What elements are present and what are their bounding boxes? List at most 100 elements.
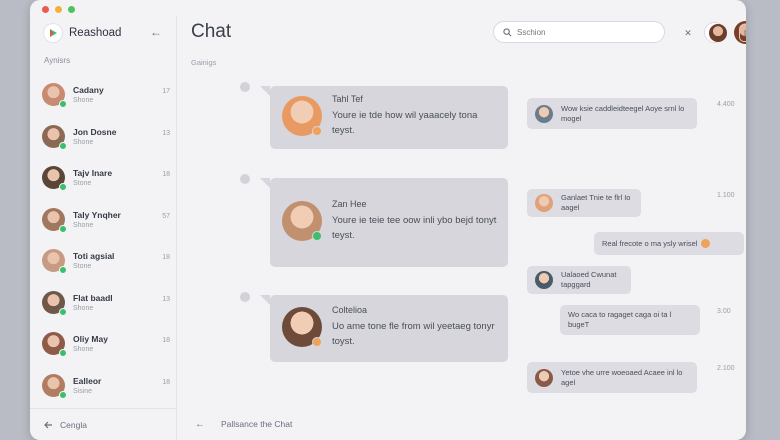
contact-count: 13 — [162, 295, 170, 303]
sidebar-footer[interactable]: Cengla — [30, 408, 177, 440]
sender-name: Zan Hee — [332, 199, 367, 209]
contact-name: Tajv Inare — [73, 168, 113, 179]
reaction-icon — [701, 239, 711, 248]
attachment-icon[interactable]: ▤ — [739, 24, 746, 42]
contact-count: 13 — [162, 129, 170, 137]
contact-item[interactable]: Taly Ynqher Shone 57 — [42, 199, 170, 241]
contact-status: Shone — [73, 221, 94, 229]
contact-count: 18 — [162, 378, 170, 386]
reply-bubble[interactable]: Yetoe vhe urre woeoaed Acaee inl lo agel — [527, 362, 697, 393]
back-arrow-icon[interactable]: ← — [195, 419, 205, 430]
contact-avatar — [42, 249, 67, 275]
message-time: 2.100 — [717, 365, 735, 372]
contact-avatar — [42, 166, 67, 192]
online-status-icon — [59, 266, 67, 275]
reply-text: Yetoe vhe urre woeoaed Acaee inl lo agel — [561, 367, 683, 387]
contact-status: Shone — [73, 138, 94, 146]
contact-status: Stone — [73, 180, 92, 188]
chat-footer-label: Pallsance the Chat — [221, 419, 293, 429]
online-status-icon — [59, 390, 67, 399]
contact-count: 57 — [162, 212, 170, 220]
message-bubble[interactable]: Coltelioa Uo ame tone fle from wil yeetae… — [260, 295, 508, 362]
brand[interactable]: Reashoad — [44, 24, 121, 42]
sender-avatar — [282, 307, 322, 347]
status-badge-icon — [312, 337, 322, 347]
message-time: 4.400 — [717, 101, 735, 108]
app-window: Reashoad ← Aynisrs Cadany Shone 17 Jon Dosn… — [30, 0, 746, 440]
message-indicator-dot — [240, 292, 250, 302]
page-title: Chat — [191, 21, 232, 42]
tools-icon[interactable]: ✕ — [679, 24, 697, 42]
status-badge-icon — [312, 126, 322, 136]
contact-status: Shone — [73, 97, 94, 105]
contact-item[interactable]: Ealleor Sisine 18 — [42, 365, 170, 407]
reply-bubble[interactable]: Wow ksie caddleidteegel Aoye srnl lo mog… — [527, 98, 697, 129]
online-status-icon — [59, 349, 67, 358]
sidebar-footer-label: Cengla — [60, 419, 87, 430]
contact-item[interactable]: Flat baadl Shone 13 — [42, 282, 170, 324]
reply-text: Real frecote o ma ysly wrisel — [602, 238, 698, 248]
contacts-section-label: Aynisrs — [44, 56, 71, 65]
contact-count: 17 — [162, 88, 170, 95]
brand-name: Reashoad — [69, 27, 122, 39]
reply-avatar — [535, 104, 553, 123]
contact-status: Stone — [73, 263, 92, 271]
reply-avatar — [535, 368, 553, 387]
sender-avatar — [282, 201, 322, 241]
logout-icon — [44, 421, 52, 428]
contact-status: Shone — [73, 346, 94, 354]
brand-logo-icon — [44, 24, 62, 42]
sidebar: Reashoad ← Aynisrs Cadany Shone 17 Jon Dosn… — [30, 16, 177, 440]
contact-item[interactable]: Oliy May Shone 18 — [42, 323, 170, 365]
contact-name: Oliy May — [73, 334, 108, 345]
message-text: Youre ie tde how wil yaaacely tona teyst… — [332, 110, 478, 136]
online-status-icon — [59, 100, 67, 109]
message-bubble[interactable]: Zan Hee Youre ie teie tee oow inli ybo be… — [260, 178, 508, 267]
footer-avatar[interactable] — [709, 24, 727, 42]
contact-status: Shone — [73, 304, 94, 312]
reply-text: Wo caca to ragaget caga oi ta l bugeT — [568, 310, 672, 329]
collapse-arrow-icon[interactable]: ← — [150, 25, 162, 39]
message-text: Uo ame tone fle from wil yeetaeg tonyr t… — [332, 321, 495, 347]
close-window-button[interactable] — [42, 6, 49, 13]
search-icon — [503, 27, 512, 36]
sender-name: Coltelioa — [332, 305, 368, 315]
message-indicator-dot — [240, 82, 250, 92]
search-box[interactable] — [493, 21, 665, 43]
chat-footer: ← Pallsance the Chat — [177, 408, 746, 440]
message-indicator-dot — [240, 174, 250, 184]
contact-item[interactable]: Tajv Inare Stone 18 — [42, 157, 170, 199]
reply-bubble[interactable]: Ualaoed Cwunat tapggard — [527, 266, 631, 294]
contact-count: 18 — [162, 171, 170, 178]
contact-avatar — [42, 207, 67, 233]
contact-name: Flat baadl — [73, 292, 113, 303]
search-input[interactable] — [517, 27, 657, 37]
contact-item[interactable]: Toti agsial Stone 18 — [42, 240, 170, 282]
contact-avatar — [42, 83, 67, 109]
sender-avatar — [282, 96, 322, 136]
reply-bubble[interactable]: Wo caca to ragaget caga oi ta l bugeT — [560, 305, 700, 335]
online-status-icon — [59, 183, 67, 192]
contact-avatar — [42, 124, 67, 150]
contact-avatar — [42, 290, 67, 316]
contact-item[interactable]: Jon Dosne Shone 13 — [42, 116, 170, 158]
reply-text: Ualaoed Cwunat tapggard — [561, 270, 617, 289]
contact-item[interactable]: Cadany Shone 17 — [42, 74, 170, 116]
minimize-window-button[interactable] — [55, 6, 62, 13]
contact-avatar — [42, 332, 67, 358]
message-bubble[interactable]: Tahl Tef Youre ie tde how wil yaaacely to… — [260, 86, 508, 149]
contact-name: Ealleor — [73, 375, 102, 386]
reply-avatar — [535, 194, 553, 212]
contact-name: Taly Ynqher — [73, 209, 121, 220]
reply-bubble[interactable]: Real frecote o ma ysly wrisel — [594, 232, 744, 255]
contact-name: Jon Dosne — [73, 126, 117, 137]
chat-sub-label: Gainigs — [191, 58, 217, 67]
message-time: 3.00 — [717, 308, 731, 315]
reply-bubble[interactable]: Ganlaet Tnie te flrl Io aagel — [527, 189, 641, 217]
message-text: Youre ie teie tee oow inli ybo bejd tony… — [332, 215, 497, 241]
contact-status: Sisine — [73, 387, 93, 395]
maximize-window-button[interactable] — [68, 6, 75, 13]
contact-name: Cadany — [73, 85, 104, 96]
online-status-icon — [59, 141, 67, 150]
window-controls — [42, 6, 75, 13]
